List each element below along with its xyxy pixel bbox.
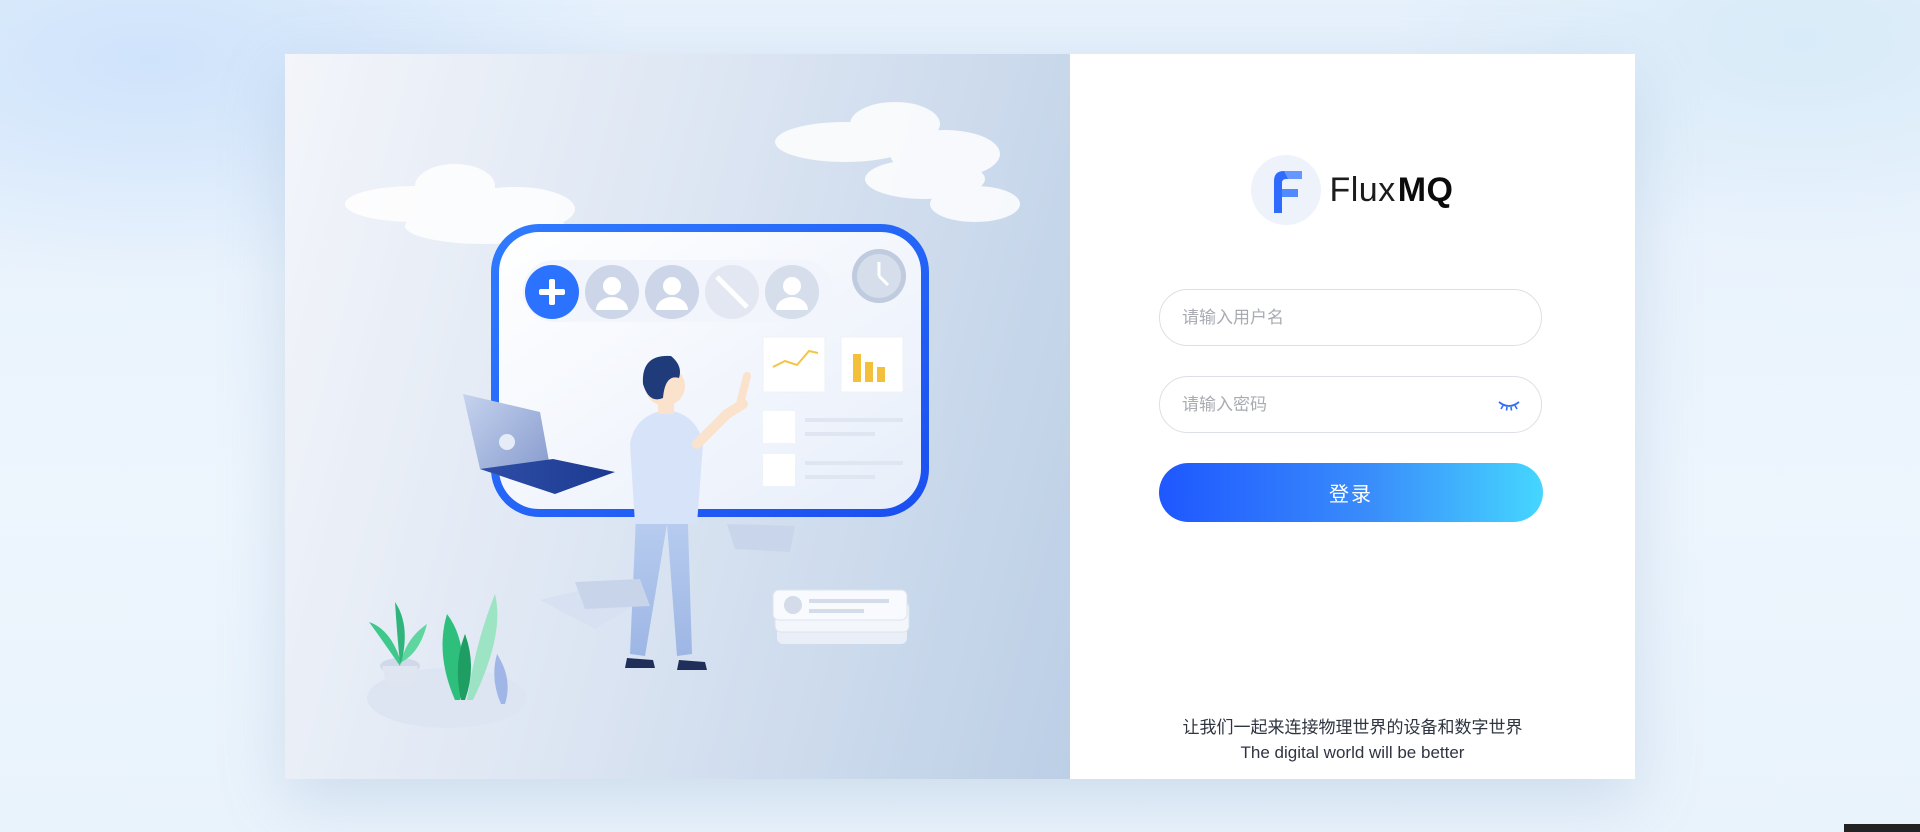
brand-logo: FluxMQ <box>1070 154 1635 226</box>
illustration-svg <box>345 102 1020 728</box>
login-button[interactable]: 登录 <box>1159 463 1543 522</box>
slogan-english: The digital world will be better <box>1240 743 1465 762</box>
brand-name: FluxMQ <box>1329 171 1453 210</box>
login-card: FluxMQ 登录 让我们一起来连接物理世界的设备和数字世界 The digit… <box>285 54 1635 779</box>
password-input[interactable] <box>1180 393 1497 416</box>
flux-f-logo-icon <box>1251 155 1322 225</box>
password-field <box>1159 376 1542 433</box>
login-illustration <box>285 54 1070 779</box>
username-input[interactable] <box>1180 306 1521 329</box>
eye-closed-icon[interactable] <box>1497 397 1521 413</box>
username-field <box>1159 289 1542 346</box>
plant-leaves <box>442 594 508 704</box>
slogan: 让我们一起来连接物理世界的设备和数字世界 The digital world w… <box>1070 716 1635 766</box>
corner-taskbar-fragment <box>1844 824 1920 832</box>
brand-name-bold: MQ <box>1397 170 1454 209</box>
cloud-right <box>775 102 1020 222</box>
slogan-chinese: 让我们一起来连接物理世界的设备和数字世界 <box>1182 718 1523 737</box>
login-panel: FluxMQ 登录 让我们一起来连接物理世界的设备和数字世界 The digit… <box>1070 54 1635 779</box>
brand-name-light: Flux <box>1329 170 1396 209</box>
